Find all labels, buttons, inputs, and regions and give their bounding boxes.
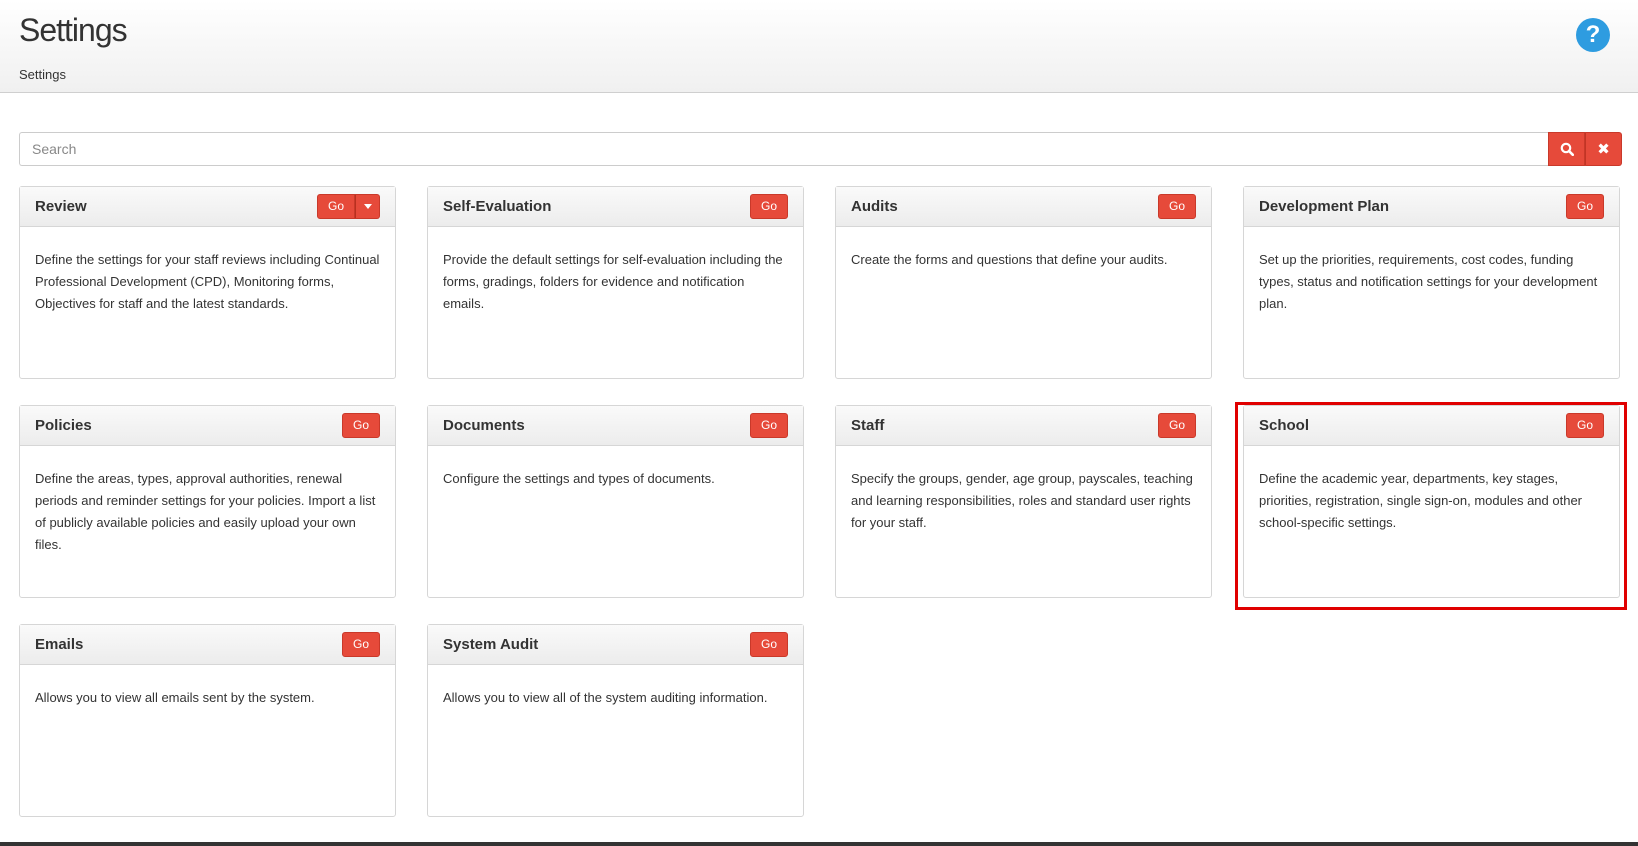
clear-search-button[interactable]: ✖ <box>1585 132 1622 166</box>
settings-card-staff: Staff Go Specify the groups, gender, age… <box>835 405 1212 598</box>
settings-card-review: Review Go Define the settings for your s… <box>19 186 396 379</box>
card-title: Policies <box>35 417 92 434</box>
page-title: Settings <box>19 12 128 48</box>
card-description: Specify the groups, gender, age group, p… <box>851 471 1193 530</box>
close-icon: ✖ <box>1597 141 1610 158</box>
go-button[interactable]: Go <box>317 194 355 219</box>
card-description: Create the forms and questions that defi… <box>851 252 1168 267</box>
dropdown-toggle-button[interactable] <box>355 194 380 219</box>
settings-card-self-evaluation: Self-Evaluation Go Provide the default s… <box>427 186 804 379</box>
go-button[interactable]: Go <box>1566 413 1604 438</box>
go-button-group: Go <box>317 194 380 219</box>
card-header: System Audit Go <box>428 625 803 665</box>
search-input[interactable] <box>19 132 1548 166</box>
card-title: School <box>1259 417 1310 434</box>
card-header: Staff Go <box>836 406 1211 446</box>
settings-card-system-audit: System Audit Go Allows you to view all o… <box>427 624 804 817</box>
settings-card-policies: Policies Go Define the areas, types, app… <box>19 405 396 598</box>
card-title: Self-Evaluation <box>443 198 552 215</box>
card-header: School Go <box>1244 406 1619 446</box>
card-header: Policies Go <box>20 406 395 446</box>
card-header: Emails Go <box>20 625 395 665</box>
card-description: Define the areas, types, approval author… <box>35 471 376 552</box>
card-description: Allows you to view all of the system aud… <box>443 690 768 705</box>
go-button[interactable]: Go <box>1158 194 1196 219</box>
card-description: Allows you to view all emails sent by th… <box>35 690 315 705</box>
go-button[interactable]: Go <box>750 194 788 219</box>
go-button[interactable]: Go <box>750 632 788 657</box>
card-title: Review <box>35 198 87 215</box>
settings-card-development-plan: Development Plan Go Set up the prioritie… <box>1243 186 1620 379</box>
card-description: Configure the settings and types of docu… <box>443 471 715 486</box>
search-button[interactable] <box>1548 132 1585 166</box>
card-title: Emails <box>35 636 84 653</box>
card-title: Audits <box>851 198 898 215</box>
go-button[interactable]: Go <box>342 632 380 657</box>
help-button[interactable]: ? <box>1576 18 1610 52</box>
card-header: Audits Go <box>836 187 1211 227</box>
page-header: Settings Settings ? <box>0 0 1638 93</box>
card-title: Staff <box>851 417 885 434</box>
card-description: Define the academic year, departments, k… <box>1259 471 1583 530</box>
breadcrumb[interactable]: Settings <box>19 67 66 82</box>
card-description: Provide the default settings for self-ev… <box>443 252 783 311</box>
card-header: Review Go <box>20 187 395 227</box>
card-header: Documents Go <box>428 406 803 446</box>
search-icon <box>1560 142 1574 156</box>
settings-card-audits: Audits Go Create the forms and questions… <box>835 186 1212 379</box>
go-button[interactable]: Go <box>1566 194 1604 219</box>
question-icon: ? <box>1585 21 1601 48</box>
settings-card-school: School Go Define the academic year, depa… <box>1243 405 1620 598</box>
card-header: Self-Evaluation Go <box>428 187 803 227</box>
card-title: Documents <box>443 417 525 434</box>
card-description: Define the settings for your staff revie… <box>35 252 380 311</box>
search-bar: ✖ <box>19 132 1622 166</box>
card-title: System Audit <box>443 636 539 653</box>
card-description: Set up the priorities, requirements, cos… <box>1259 252 1598 311</box>
card-header: Development Plan Go <box>1244 187 1619 227</box>
go-button[interactable]: Go <box>750 413 788 438</box>
settings-card-documents: Documents Go Configure the settings and … <box>427 405 804 598</box>
settings-card-emails: Emails Go Allows you to view all emails … <box>19 624 396 817</box>
caret-down-icon <box>363 204 372 209</box>
bottom-border <box>0 842 1638 846</box>
go-button[interactable]: Go <box>342 413 380 438</box>
go-button[interactable]: Go <box>1158 413 1196 438</box>
card-title: Development Plan <box>1259 198 1390 215</box>
